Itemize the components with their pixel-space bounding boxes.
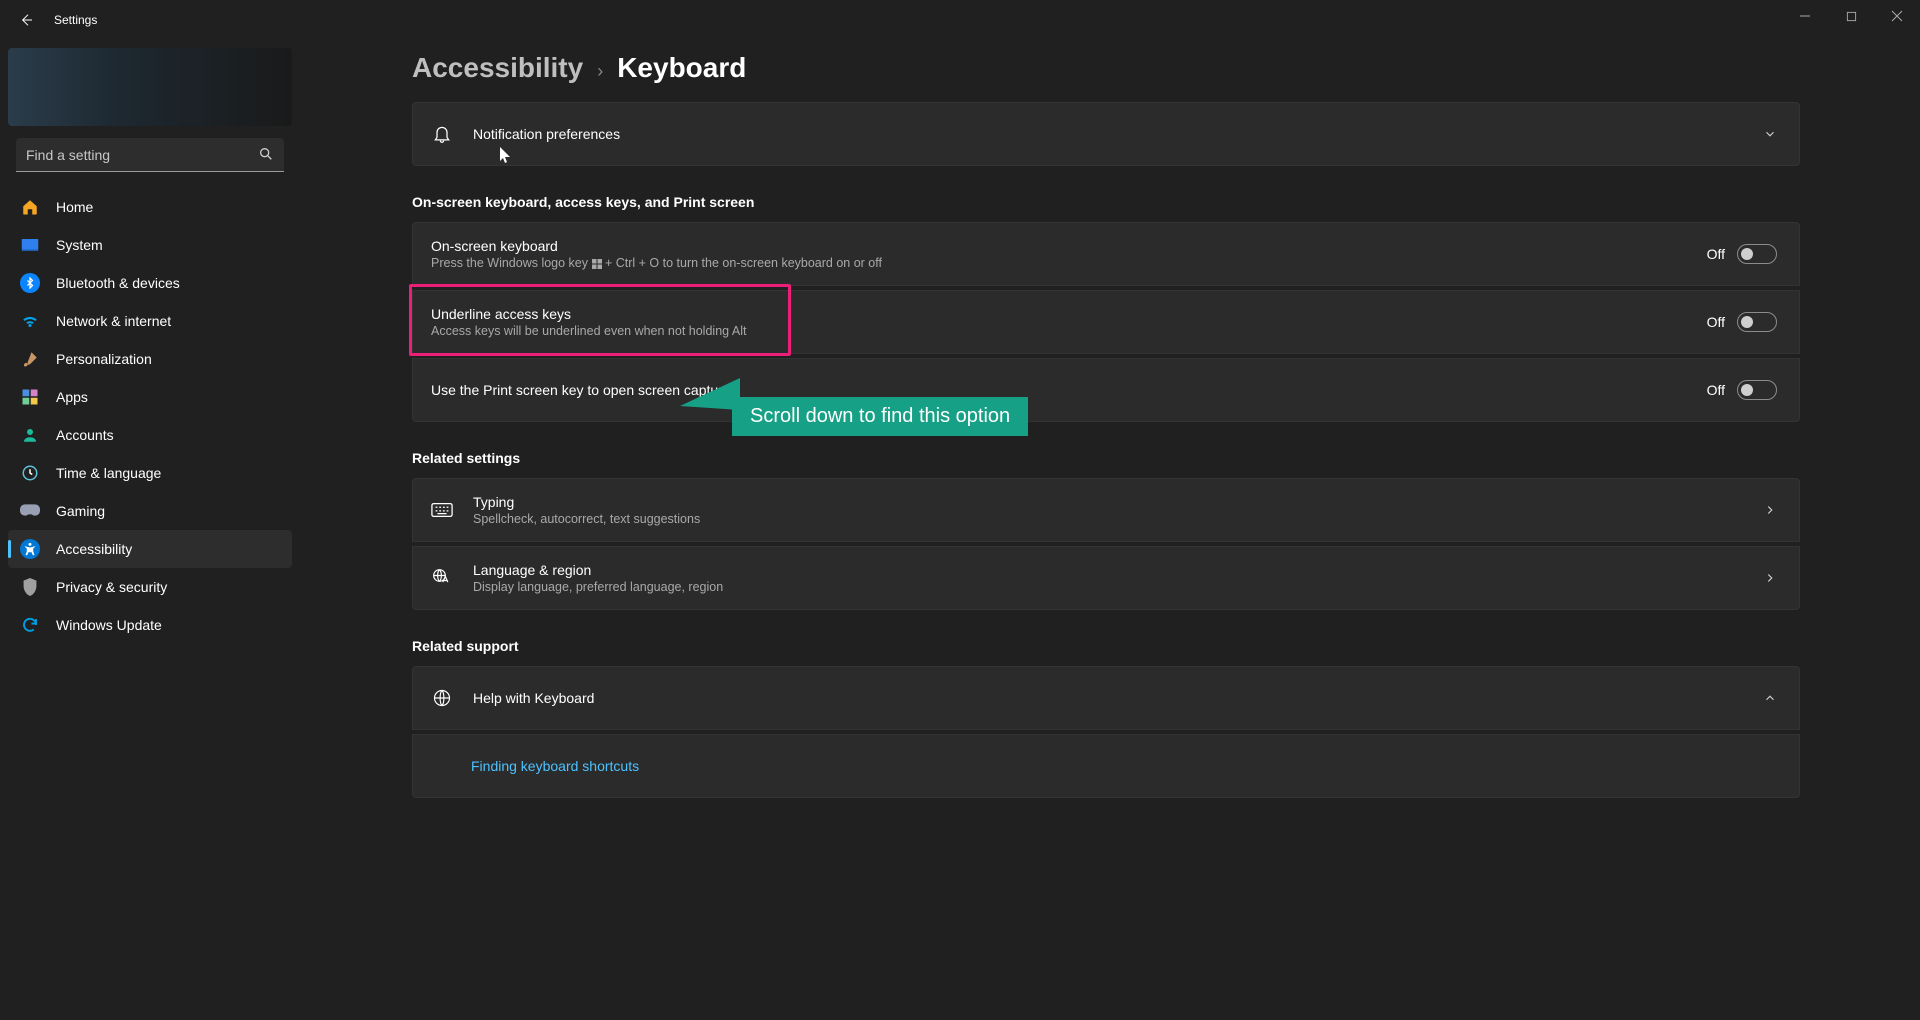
back-button[interactable] <box>14 8 38 32</box>
toggle-state: Off <box>1707 314 1725 330</box>
language-region-row[interactable]: Language & region Display language, pref… <box>412 546 1800 610</box>
underline-access-keys-row[interactable]: Underline access keys Access keys will b… <box>412 290 1800 354</box>
nav-item-accessibility[interactable]: Accessibility <box>8 530 292 568</box>
nav-label: Accessibility <box>56 541 132 557</box>
section-heading-support: Related support <box>412 638 1800 654</box>
windows-logo-icon <box>592 259 602 269</box>
search-icon <box>258 146 274 162</box>
accessibility-icon <box>20 539 40 559</box>
row-title: On-screen keyboard <box>431 238 1707 254</box>
mouse-cursor <box>500 147 512 165</box>
minimize-button[interactable] <box>1782 0 1828 32</box>
breadcrumb: Accessibility › Keyboard <box>412 52 1800 84</box>
section-heading-onscreen: On-screen keyboard, access keys, and Pri… <box>412 194 1800 210</box>
shield-icon <box>20 577 40 597</box>
breadcrumb-parent[interactable]: Accessibility <box>412 52 583 84</box>
chevron-down-icon <box>1763 127 1777 141</box>
chevron-up-icon <box>1763 691 1777 705</box>
section-heading-related: Related settings <box>412 450 1800 466</box>
nav-label: Windows Update <box>56 617 162 633</box>
settings-stack-1: On-screen keyboard Press the Windows log… <box>412 222 1800 422</box>
apps-icon <box>20 387 40 407</box>
chevron-right-icon <box>1763 503 1777 517</box>
paintbrush-icon <box>20 349 40 369</box>
window-controls <box>1782 0 1920 32</box>
search-input[interactable] <box>16 138 284 172</box>
nav-list: Home System Bluetooth & devices Network … <box>8 188 292 644</box>
maximize-button[interactable] <box>1828 0 1874 32</box>
onscreen-keyboard-row[interactable]: On-screen keyboard Press the Windows log… <box>412 222 1800 286</box>
print-screen-toggle[interactable] <box>1737 380 1777 400</box>
system-icon <box>20 235 40 255</box>
chevron-right-icon <box>1763 571 1777 585</box>
nav-item-bluetooth[interactable]: Bluetooth & devices <box>8 264 292 302</box>
row-title: Typing <box>473 494 1763 510</box>
row-title: Notification preferences <box>473 126 1763 142</box>
nav-label: Privacy & security <box>56 579 167 595</box>
title-bar: Settings <box>0 0 1920 40</box>
update-icon <box>20 615 40 635</box>
nav-item-time[interactable]: Time & language <box>8 454 292 492</box>
nav-label: Time & language <box>56 465 161 481</box>
person-icon <box>20 425 40 445</box>
nav-label: Bluetooth & devices <box>56 275 180 291</box>
row-subtitle: Display language, preferred language, re… <box>473 580 1763 594</box>
nav-item-apps[interactable]: Apps <box>8 378 292 416</box>
row-title: Help with Keyboard <box>473 690 1763 706</box>
main-content: Accessibility › Keyboard Notification pr… <box>412 52 1800 802</box>
nav-label: Personalization <box>56 351 152 367</box>
row-title: Underline access keys <box>431 306 1707 322</box>
nav-item-accounts[interactable]: Accounts <box>8 416 292 454</box>
nav-label: Gaming <box>56 503 105 519</box>
home-icon <box>20 197 40 217</box>
typing-row[interactable]: Typing Spellcheck, autocorrect, text sug… <box>412 478 1800 542</box>
onscreen-keyboard-toggle[interactable] <box>1737 244 1777 264</box>
nav-label: Network & internet <box>56 313 171 329</box>
row-subtitle: Press the Windows logo key + Ctrl + O to… <box>431 256 1707 270</box>
keyboard-icon <box>431 499 453 521</box>
nav-item-home[interactable]: Home <box>8 188 292 226</box>
nav-label: Home <box>56 199 93 215</box>
bell-icon <box>431 123 453 145</box>
bluetooth-icon <box>20 273 40 293</box>
help-keyboard-row[interactable]: Help with Keyboard <box>412 666 1800 730</box>
nav-item-system[interactable]: System <box>8 226 292 264</box>
window-title: Settings <box>54 13 97 27</box>
page-title: Keyboard <box>617 52 746 84</box>
sidebar: Home System Bluetooth & devices Network … <box>0 40 300 644</box>
gamepad-icon <box>20 501 40 521</box>
nav-label: System <box>56 237 103 253</box>
annotation-tail <box>680 378 740 410</box>
related-stack: Typing Spellcheck, autocorrect, text sug… <box>412 478 1800 610</box>
row-subtitle: Spellcheck, autocorrect, text suggestion… <box>473 512 1763 526</box>
help-link-row: Finding keyboard shortcuts <box>412 734 1800 798</box>
nav-item-network[interactable]: Network & internet <box>8 302 292 340</box>
annotation-callout: Scroll down to find this option <box>732 397 1028 436</box>
nav-label: Apps <box>56 389 88 405</box>
finding-shortcuts-link[interactable]: Finding keyboard shortcuts <box>471 758 639 774</box>
globe-icon <box>431 687 453 709</box>
support-stack: Help with Keyboard Finding keyboard shor… <box>412 666 1800 798</box>
search-field[interactable] <box>16 138 284 172</box>
nav-label: Accounts <box>56 427 114 443</box>
row-subtitle: Access keys will be underlined even when… <box>431 324 1707 338</box>
row-title: Use the Print screen key to open screen … <box>431 382 1707 398</box>
chevron-right-icon: › <box>597 61 603 82</box>
print-screen-row[interactable]: Use the Print screen key to open screen … <box>412 358 1800 422</box>
toggle-state: Off <box>1707 246 1725 262</box>
toggle-state: Off <box>1707 382 1725 398</box>
clock-globe-icon <box>20 463 40 483</box>
account-card[interactable] <box>8 48 292 126</box>
notification-prefs-row[interactable]: Notification preferences <box>412 102 1800 166</box>
underline-access-keys-toggle[interactable] <box>1737 312 1777 332</box>
nav-item-privacy[interactable]: Privacy & security <box>8 568 292 606</box>
nav-item-update[interactable]: Windows Update <box>8 606 292 644</box>
nav-item-gaming[interactable]: Gaming <box>8 492 292 530</box>
close-button[interactable] <box>1874 0 1920 32</box>
language-icon <box>431 567 453 589</box>
row-title: Language & region <box>473 562 1763 578</box>
nav-item-personalization[interactable]: Personalization <box>8 340 292 378</box>
wifi-icon <box>20 311 40 331</box>
